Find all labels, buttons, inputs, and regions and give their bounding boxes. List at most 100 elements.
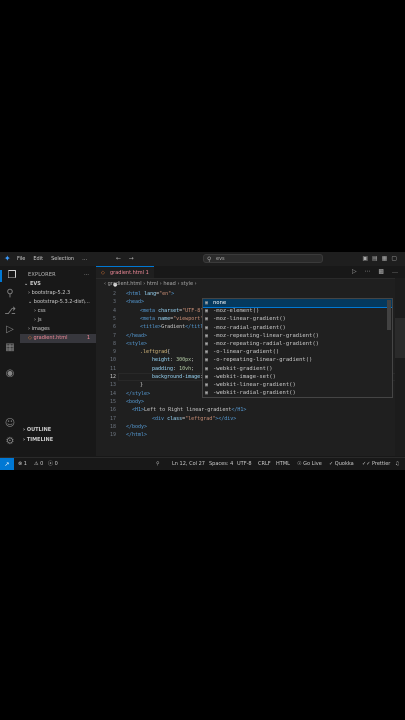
tree-item[interactable]: › js [20, 316, 96, 325]
line-number: 12 [109, 374, 116, 380]
suggestion-item[interactable]: ▣ -moz-repeating-radial-gradient() [203, 340, 392, 348]
tab-gradient-html[interactable]: ◇ gradient.html 1 ● [96, 266, 154, 288]
code-line[interactable]: <meta name="viewport" [126, 315, 203, 323]
code-line[interactable]: </html> [126, 431, 147, 439]
line-ending[interactable]: CRLF [258, 458, 271, 470]
explorer-more-icon[interactable]: … [84, 271, 89, 277]
command-center-search[interactable]: ⚲ evs [203, 254, 323, 263]
suggestion-item[interactable]: ▣ -moz-element() [203, 307, 392, 315]
minimap[interactable] [395, 278, 405, 456]
back-arrow-icon[interactable]: ← [116, 255, 121, 262]
cursor-position[interactable]: Ln 12, Col 27 [172, 458, 205, 470]
value-icon: ▣ [205, 381, 209, 388]
line-number: 5 [112, 315, 116, 322]
remote-indicator-icon[interactable]: ↗ [0, 458, 14, 470]
tree-item[interactable]: › css [20, 307, 96, 316]
suggestion-item[interactable]: ▣ -o-repeating-linear-gradient() [203, 356, 392, 364]
suggest-scrollbar[interactable] [387, 300, 391, 330]
menu-more[interactable]: … [79, 256, 90, 262]
editor-actions[interactable]: ▷ ⋯ ▩ … [352, 268, 401, 275]
code-line[interactable]: <title>Gradient</title> [126, 323, 209, 331]
suggestion-item[interactable]: ▣ none [203, 299, 392, 309]
code-line[interactable]: background-image: ; [126, 373, 209, 381]
suggestion-label: -o-repeating-linear-gradient() [213, 357, 313, 364]
window-layout-controls[interactable]: ▣▤▦▢ [362, 255, 401, 262]
forward-arrow-icon[interactable]: → [129, 255, 134, 262]
suggestion-item[interactable]: ▣ -moz-radial-gradient() [203, 324, 392, 332]
ports-count[interactable]: ⓧ 0 [48, 458, 58, 470]
remote-explorer-icon[interactable]: ◉ [4, 368, 16, 380]
line-number: 2 [112, 291, 116, 297]
minimap-slider[interactable] [395, 318, 405, 358]
go-live-button[interactable]: ☉ Go Live [297, 458, 322, 470]
value-icon: ▣ [205, 349, 209, 356]
code-line[interactable]: </style> [126, 390, 150, 398]
code-line[interactable]: .leftgrad{ [126, 348, 170, 356]
code-line[interactable]: <style> [126, 340, 147, 348]
code-line[interactable]: <body> [126, 398, 144, 406]
breadcrumb[interactable]: ‹ gradient.html › html › head › style › [104, 281, 197, 287]
encoding[interactable]: UTF-8 [237, 458, 252, 470]
suggestion-label: -webkit-image-set() [213, 373, 276, 380]
search-value: evs [216, 256, 225, 262]
suggestion-item[interactable]: ▣ -webkit-radial-gradient() [203, 389, 392, 397]
code-line[interactable]: <html lang="en"> [126, 290, 174, 298]
menu-file[interactable]: File [14, 256, 28, 262]
source-control-icon[interactable]: ⎇ [4, 306, 16, 318]
suggestion-item[interactable]: ▣ -webkit-image-set() [203, 373, 392, 381]
workspace-root[interactable]: ⌄ EVS [20, 280, 96, 289]
tree-item[interactable]: ⌄ bootstrap-5.3.2-dist\... [20, 298, 96, 307]
menu-edit[interactable]: Edit [30, 256, 46, 262]
suggestion-label: -moz-radial-gradient() [213, 324, 286, 331]
code-line[interactable]: } [126, 381, 143, 389]
code-line[interactable]: height: 300px; [126, 356, 194, 364]
language-mode[interactable]: HTML [276, 458, 290, 470]
settings-gear-icon[interactable]: ⚙ [4, 436, 16, 448]
quokka-button[interactable]: ✓ Quokka [329, 458, 354, 470]
code-line[interactable]: </body> [126, 423, 147, 431]
timeline-label: TIMELINE [26, 437, 54, 443]
code-line[interactable]: <div class="leftgrad"></div> [126, 415, 236, 423]
menu-selection[interactable]: Selection [48, 256, 77, 262]
suggestion-item[interactable]: ▣ -moz-repeating-linear-gradient() [203, 332, 392, 340]
value-icon: ▣ [205, 308, 209, 315]
line-number: 9 [112, 349, 116, 356]
code-line[interactable]: <H1>Left to Right linear-gradient</H1> [126, 406, 246, 414]
account-icon[interactable]: ☺ [4, 418, 16, 430]
code-line[interactable]: <head> [126, 298, 144, 306]
code-line[interactable]: <meta charset="UTF-8" [126, 307, 203, 315]
tree-item[interactable]: › bootstrap-5.2.3 [20, 289, 96, 298]
tab-problem-count: 1 [145, 270, 149, 276]
prettier-button[interactable]: ✓✓ Prettier [362, 458, 390, 470]
notifications-bell-icon[interactable]: ♫ [395, 458, 399, 470]
suggestion-item[interactable]: ▣ -webkit-gradient() [203, 365, 392, 373]
code-line[interactable]: padding: 10vh; [126, 365, 194, 373]
explorer-header: EXPLORER [28, 272, 56, 278]
indentation[interactable]: Spaces: 4 [209, 458, 233, 470]
errors-count[interactable]: ⊗ 1 [18, 458, 27, 470]
search-icon: ⚲ [207, 256, 212, 263]
timeline-section[interactable]: › TIMELINE [20, 436, 99, 445]
title-bar: ✦ File Edit Selection … ← → ⚲ evs ▣▤▦▢ [0, 252, 405, 266]
vscode-logo-icon: ✦ [4, 254, 11, 263]
explorer-icon[interactable]: ❐ [0, 270, 18, 282]
code-line[interactable]: </head> [126, 332, 147, 340]
tree-item-label: gradient.html [33, 335, 68, 341]
value-icon: ▣ [205, 316, 209, 323]
search-icon[interactable]: ⚲ [4, 288, 16, 300]
tree-item[interactable]: › images [20, 325, 96, 334]
outline-section[interactable]: › OUTLINE [20, 426, 99, 435]
extensions-icon[interactable]: ▦ [4, 342, 16, 354]
suggestion-item[interactable]: ▣ -o-linear-gradient() [203, 348, 392, 356]
suggestion-label: -webkit-radial-gradient() [213, 390, 296, 397]
file-gradient-html[interactable]: ◇ gradient.html 1 [20, 334, 96, 343]
suggestion-item[interactable]: ▣ -moz-linear-gradient() [203, 315, 392, 323]
run-debug-icon[interactable]: ▷ [4, 324, 16, 336]
value-icon: ▣ [205, 300, 209, 306]
autocomplete-suggestions[interactable]: ▣ none ▣ -moz-element() ▣ -moz-linear-gradien… [202, 298, 393, 398]
warnings-count[interactable]: ⚠ 0 [34, 458, 43, 470]
suggestion-item[interactable]: ▣ -webkit-linear-gradient() [203, 381, 392, 389]
line-number: 19 [109, 432, 116, 439]
zoom-icon[interactable]: ⚲ [156, 458, 160, 470]
line-number: 16 [109, 407, 116, 414]
